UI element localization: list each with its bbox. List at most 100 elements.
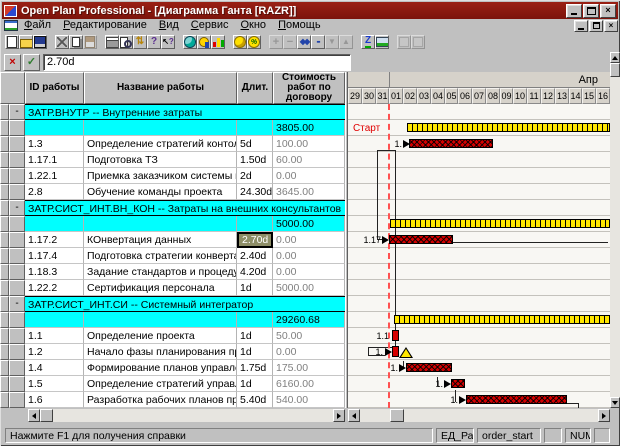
row-marker-cell[interactable] — [0, 120, 9, 136]
row-marker-cell[interactable] — [9, 248, 25, 264]
summary-duration-cell[interactable] — [237, 216, 273, 232]
milestone-bar[interactable] — [392, 330, 399, 341]
sort-updown-button[interactable]: ⇅ — [133, 35, 147, 49]
group-header-row[interactable]: ЗАТР.СИСТ_ИНТ.СИ -- Системный интегратор — [25, 296, 345, 312]
row-marker-cell[interactable] — [9, 360, 25, 376]
task-id-cell[interactable]: 1.22.1 — [25, 168, 84, 184]
print-button[interactable] — [105, 35, 119, 49]
summary-cost-cell[interactable]: 3805.00 — [273, 120, 345, 136]
collapse-toggle[interactable]: - — [9, 200, 25, 216]
summary-cost-cell[interactable]: 29260.68 — [273, 312, 345, 328]
row-marker-cell[interactable] — [0, 200, 9, 216]
summary-duration-cell[interactable] — [237, 120, 273, 136]
open-button[interactable] — [19, 35, 33, 49]
task-id-cell[interactable]: 1.5 — [25, 376, 84, 392]
row-marker-cell[interactable] — [0, 232, 9, 248]
task-id-cell[interactable]: 1.1 — [25, 328, 84, 344]
day-cell[interactable]: 10 — [513, 88, 527, 104]
column-header-cost[interactable]: Стоимость работ по договору — [273, 72, 345, 104]
menu-item-2[interactable]: Вид — [153, 19, 185, 32]
row-marker-cell[interactable] — [9, 280, 25, 296]
task-duration-cell[interactable]: 4.20d — [237, 264, 273, 280]
row-marker-cell[interactable] — [0, 104, 9, 120]
cell-edit-input[interactable] — [43, 54, 351, 71]
task-cost-cell[interactable]: 175.00 — [273, 360, 345, 376]
vertical-scroll-thumb[interactable] — [610, 63, 620, 77]
day-cell[interactable]: 08 — [486, 88, 500, 104]
summary-duration-cell[interactable] — [237, 312, 273, 328]
menu-item-3[interactable]: Сервис — [185, 19, 235, 32]
time-analysis-clock-button[interactable] — [183, 35, 197, 49]
task-bar[interactable] — [409, 139, 493, 148]
row-marker-cell[interactable] — [0, 312, 9, 328]
selected-duration-cell[interactable]: 2.70d — [237, 232, 273, 248]
table-scroll-right-button[interactable] — [333, 409, 345, 422]
task-name-cell[interactable]: Определение стратегий контоля и отч — [84, 136, 237, 152]
menu-item-1[interactable]: Редактирование — [57, 19, 153, 32]
child-restore-button[interactable] — [589, 20, 603, 32]
context-help-button[interactable]: ↖? — [161, 35, 175, 49]
task-name-cell[interactable]: КОнвертация данных — [84, 232, 237, 248]
task-duration-cell[interactable]: 2d — [237, 168, 273, 184]
task-cost-cell[interactable]: 0.00 — [273, 232, 345, 248]
row-marker-cell[interactable] — [9, 264, 25, 280]
task-duration-cell[interactable]: 2.40d — [237, 248, 273, 264]
group-header-row[interactable]: ЗАТР.СИСТ_ИНТ.ВН_КОН -- Затраты на внешн… — [25, 200, 345, 216]
task-cost-cell[interactable]: 50.00 — [273, 328, 345, 344]
task-duration-cell[interactable]: 24.30d — [237, 184, 273, 200]
task-name-cell[interactable]: Подготовка ТЗ — [84, 152, 237, 168]
task-cost-cell[interactable]: 6160.00 — [273, 376, 345, 392]
task-cost-cell[interactable]: 0.00 — [273, 344, 345, 360]
summary-bar[interactable] — [394, 315, 610, 324]
print-preview-button[interactable] — [119, 35, 133, 49]
row-marker-cell[interactable] — [0, 296, 9, 312]
row-marker-cell[interactable] — [9, 120, 25, 136]
task-id-cell[interactable]: 1.4 — [25, 360, 84, 376]
summary-cost-cell[interactable]: 5000.00 — [273, 216, 345, 232]
column-header-name[interactable]: Название работы — [84, 72, 237, 104]
restore-button[interactable] — [583, 4, 599, 18]
task-duration-cell[interactable]: 1.75d — [237, 360, 273, 376]
task-id-cell[interactable]: 2.8 — [25, 184, 84, 200]
day-cell[interactable]: 07 — [472, 88, 486, 104]
row-marker-cell[interactable] — [9, 312, 25, 328]
row-marker-cell[interactable] — [9, 328, 25, 344]
day-cell[interactable]: 05 — [445, 88, 458, 104]
row-marker-cell[interactable] — [0, 248, 9, 264]
row-marker-cell[interactable] — [9, 376, 25, 392]
task-duration-cell[interactable]: 5d — [237, 136, 273, 152]
row-marker-cell[interactable] — [0, 328, 9, 344]
task-name-cell[interactable]: Разработка рабочих планов проекта — [84, 392, 237, 408]
task-cost-cell[interactable]: 3645.00 — [273, 184, 345, 200]
row-marker-cell[interactable] — [9, 136, 25, 152]
day-cell[interactable]: 03 — [417, 88, 431, 104]
day-cell[interactable]: 13 — [555, 88, 569, 104]
scroll-down-button[interactable] — [610, 397, 620, 408]
close-button[interactable]: × — [600, 4, 616, 18]
task-name-cell[interactable]: Определение стратегий управления р — [84, 376, 237, 392]
task-duration-cell[interactable]: 1d — [237, 344, 273, 360]
day-cell[interactable]: 02 — [403, 88, 417, 104]
row-marker-cell[interactable] — [9, 168, 25, 184]
view-settings-button[interactable] — [375, 35, 389, 49]
minimize-button[interactable] — [566, 4, 582, 18]
day-cell[interactable]: 16 — [596, 88, 610, 104]
task-id-cell[interactable]: 1.17.1 — [25, 152, 84, 168]
task-id-cell[interactable]: 1.18.3 — [25, 264, 84, 280]
task-cost-cell[interactable]: 100.00 — [273, 136, 345, 152]
task-name-cell[interactable]: Приемка заказчиком системы клиенто — [84, 168, 237, 184]
task-id-cell[interactable]: 1.3 — [25, 136, 84, 152]
summary-name-cell[interactable] — [84, 120, 237, 136]
day-cell[interactable]: 12 — [541, 88, 555, 104]
task-name-cell[interactable]: Формирование планов управления — [84, 360, 237, 376]
task-name-cell[interactable]: Задание стандартов и процедур по д — [84, 264, 237, 280]
group-header-row[interactable]: ЗАТР.ВНУТР -- Внутренние затраты — [25, 104, 345, 120]
copy-button[interactable] — [69, 35, 83, 49]
day-cell[interactable]: 04 — [431, 88, 445, 104]
summary-id-cell[interactable] — [25, 120, 84, 136]
task-cost-cell[interactable]: 0.00 — [273, 248, 345, 264]
summary-name-cell[interactable] — [84, 216, 237, 232]
table-scroll-thumb[interactable] — [40, 409, 53, 422]
resource-button[interactable] — [197, 35, 211, 49]
summary-bar[interactable] — [407, 123, 610, 132]
